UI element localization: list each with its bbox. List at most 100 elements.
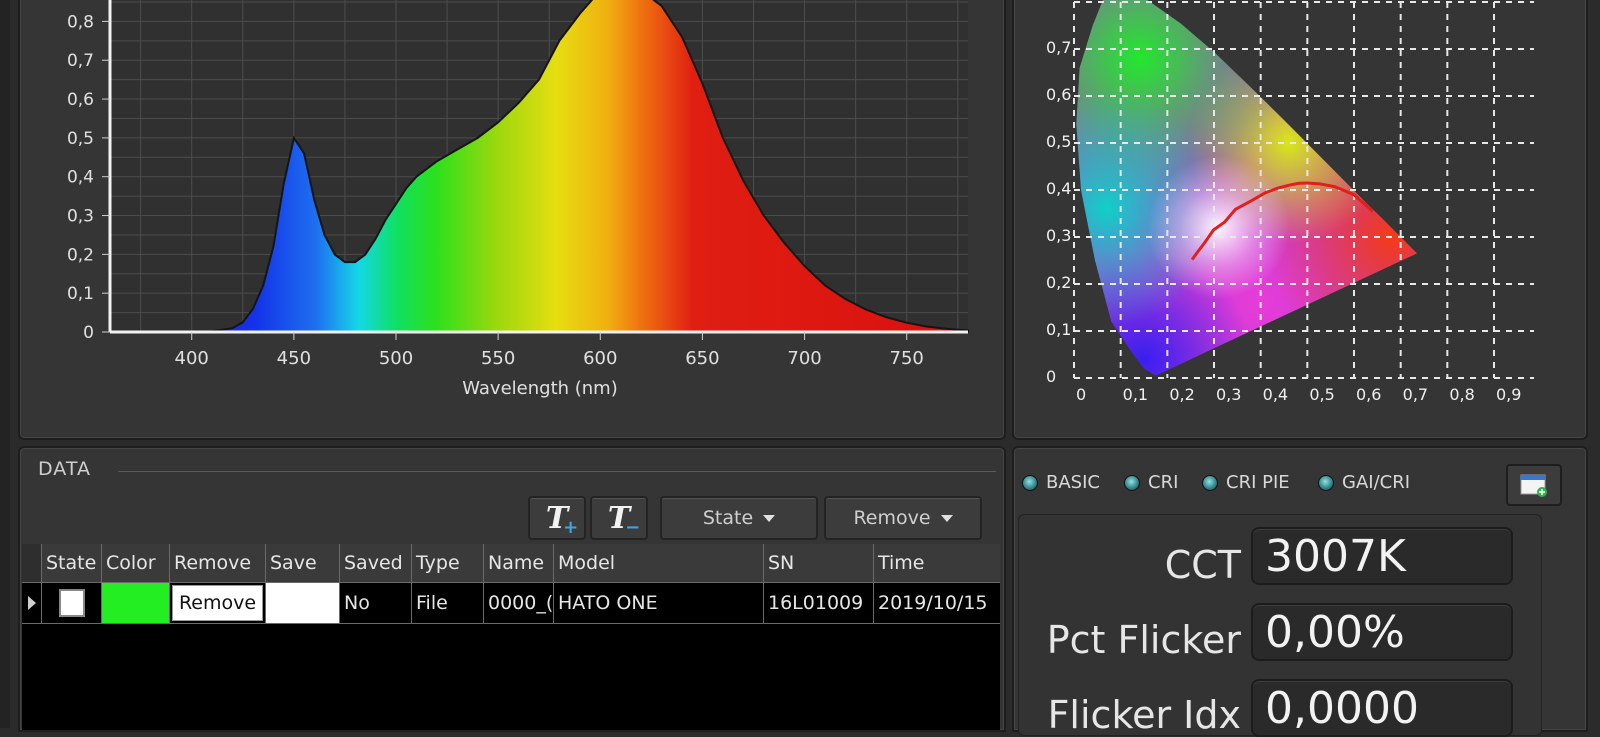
save-field[interactable]	[266, 583, 339, 623]
y-tick-label: 0	[83, 323, 94, 343]
mode-radio-cri[interactable]: CRI	[1124, 472, 1178, 493]
x-tick-label: 600	[583, 348, 617, 369]
table-row[interactable]: Remove No File 0000_( HATO ONE 16L01009 …	[22, 582, 1000, 624]
model-cell: HATO ONE	[554, 583, 764, 623]
table-header-row: State Color Remove Save Saved Type Name …	[22, 544, 1000, 582]
x-tick-label: 0,4	[1263, 385, 1288, 404]
col-header-model[interactable]: Model	[554, 544, 764, 582]
x-tick-label: 0,2	[1169, 385, 1194, 404]
metric-label-cct: CCT	[1164, 543, 1241, 587]
x-tick-label: 700	[787, 348, 821, 369]
chevron-down-icon	[940, 514, 953, 522]
row-remove-button[interactable]: Remove	[172, 585, 263, 621]
metric-value-cct: 3007K	[1251, 527, 1513, 585]
y-tick-label: 0,7	[1046, 38, 1071, 57]
x-tick-label: 400	[175, 348, 209, 369]
row-header-corner	[22, 544, 42, 582]
y-tick-label: 0,1	[67, 284, 94, 304]
x-tick-label: 0	[1076, 385, 1086, 404]
remove-cell: Remove	[170, 583, 266, 623]
col-header-type[interactable]: Type	[412, 544, 484, 582]
color-swatch	[102, 583, 169, 623]
col-header-color[interactable]: Color	[102, 544, 170, 582]
mode-radio-cri-pie[interactable]: CRI PIE	[1202, 472, 1290, 493]
remove-text-button[interactable]: T −	[590, 496, 648, 540]
remove-dropdown-label: Remove	[853, 507, 931, 529]
spectrum-chart: 400 450 500 550 600 650 700 750 0 0,1 0,2 0,3 0,4 0,5…	[67, 0, 969, 399]
state-checkbox[interactable]	[58, 589, 85, 617]
row-pointer-icon	[27, 596, 36, 610]
time-cell: 2019/10/15	[878, 592, 988, 614]
col-header-name[interactable]: Name	[484, 544, 554, 582]
y-tick-label: 0,4	[1046, 179, 1071, 198]
mode-label: GAI/CRI	[1342, 472, 1411, 493]
window-left-edge	[0, 0, 10, 728]
col-header-remove[interactable]: Remove	[170, 544, 266, 582]
color-cell[interactable]	[102, 583, 170, 623]
x-tick-label: 0,7	[1403, 385, 1428, 404]
save-cell[interactable]	[266, 583, 340, 623]
cie-chromaticity-chart: 0 0,1 0,2 0,3 0,4 0,5 0,6 0,7 0,8 0,9 0 0,1 0,2 0,3 0,…	[1046, 0, 1534, 404]
radio-indicator-icon	[1124, 474, 1140, 491]
y-tick-label: 0	[1046, 367, 1056, 386]
y-tick-label: 0,5	[67, 129, 94, 149]
col-header-time[interactable]: Time	[874, 544, 1000, 582]
type-cell: File	[412, 583, 484, 623]
y-tick-label: 0,3	[1046, 226, 1071, 245]
mode-radio-gai-cri[interactable]: GAI/CRI	[1318, 472, 1410, 493]
metric-value-flicker-idx: 0,0000	[1251, 679, 1513, 737]
y-tick-label: 0,6	[1046, 85, 1071, 104]
remove-dropdown[interactable]: Remove	[824, 496, 982, 540]
col-header-sn[interactable]: SN	[764, 544, 874, 582]
mode-label: BASIC	[1046, 472, 1100, 493]
radio-indicator-icon	[1202, 474, 1218, 491]
state-dropdown-label: State	[702, 507, 754, 529]
add-text-icon: T +	[545, 500, 579, 538]
add-text-button[interactable]: T +	[528, 496, 586, 540]
sn-cell: 16L01009	[764, 583, 874, 623]
x-tick-label: 0,9	[1496, 385, 1521, 404]
metric-label-flicker-idx: Flicker Idx	[1047, 693, 1241, 737]
metrics-box: CCT 3007K Pct Flicker 0,00% Flicker Idx …	[1018, 514, 1542, 737]
export-window-icon	[1520, 474, 1547, 497]
row-remove-label: Remove	[178, 592, 257, 614]
y-tick-label: 0,7	[67, 51, 94, 71]
x-tick-label: 450	[277, 348, 311, 369]
col-header-save[interactable]: Save	[266, 544, 340, 582]
y-tick-label: 0,5	[1046, 132, 1071, 151]
y-tick-label: 0,4	[67, 168, 94, 188]
y-tick-label: 0,8	[67, 12, 94, 32]
mode-label: CRI	[1148, 472, 1179, 493]
data-panel: DATA T + T − State Remove State Color Remo…	[18, 446, 1006, 732]
title-divider	[118, 471, 996, 472]
radio-indicator-icon	[1318, 474, 1334, 491]
state-dropdown[interactable]: State	[660, 496, 818, 540]
radio-indicator-icon	[1022, 474, 1038, 491]
data-panel-title: DATA	[38, 458, 91, 480]
metrics-panel: BASIC CRI CRI PIE GAI/CRI CCT 3007K Pct …	[1012, 446, 1588, 737]
row-selector[interactable]	[22, 583, 42, 623]
x-tick-label: 550	[481, 348, 515, 369]
y-tick-label: 0,6	[67, 90, 94, 110]
x-tick-label: 0,5	[1309, 385, 1334, 404]
x-axis-label: Wavelength (nm)	[462, 378, 618, 399]
x-tick-label: 650	[685, 348, 719, 369]
col-header-saved[interactable]: Saved	[340, 544, 412, 582]
name-cell: 0000_(	[484, 583, 554, 623]
export-button[interactable]	[1506, 464, 1562, 506]
x-tick-label: 0,8	[1449, 385, 1474, 404]
remove-text-icon: T −	[607, 500, 641, 538]
mode-radio-basic[interactable]: BASIC	[1022, 472, 1100, 493]
col-header-state[interactable]: State	[42, 544, 102, 582]
x-tick-label: 0,1	[1123, 385, 1148, 404]
metric-label-pct-flicker: Pct Flicker	[1046, 618, 1241, 662]
chevron-down-icon	[763, 514, 776, 522]
y-tick-label: 0,2	[1046, 273, 1071, 292]
data-table: State Color Remove Save Saved Type Name …	[22, 544, 1000, 730]
spectrum-panel: 400 450 500 550 600 650 700 750 0 0,1 0,2 0,3 0,4 0,5…	[18, 0, 1006, 440]
y-tick-label: 0,3	[67, 207, 94, 227]
y-tick-label: 0,1	[1046, 320, 1071, 339]
x-tick-label: 0,3	[1216, 385, 1241, 404]
y-tick-label: 0,2	[67, 245, 94, 265]
x-tick-label: 750	[890, 348, 924, 369]
